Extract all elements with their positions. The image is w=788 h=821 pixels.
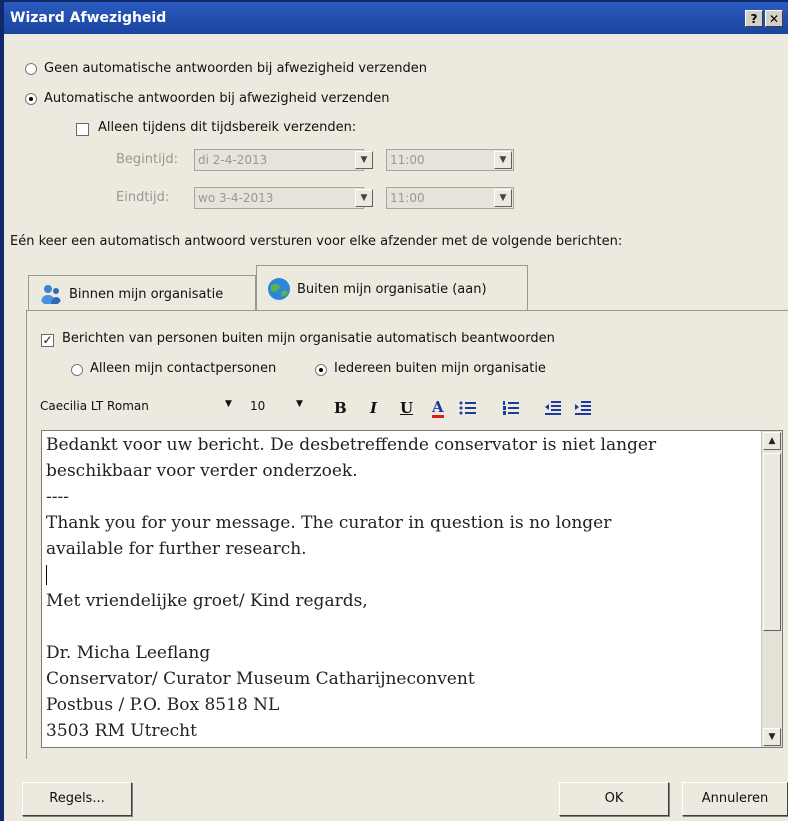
message-line: Postbus / P.O. Box 8518 NL: [46, 695, 280, 715]
once-per-sender-text: Eén keer een automatisch antwoord verstu…: [10, 234, 623, 249]
message-line: available for further research.: [46, 539, 307, 559]
everyone-outside-radio[interactable]: [315, 364, 327, 376]
auto-reply-outside-label: Berichten van personen buiten mijn organ…: [62, 331, 555, 346]
message-line: Dr. Micha Leeflang: [46, 643, 211, 663]
end-date-field[interactable]: wo 3-4-2013: [194, 187, 364, 209]
help-button[interactable]: ?: [745, 10, 763, 27]
end-time-label: Eindtijd:: [116, 190, 170, 205]
scroll-down-icon[interactable]: ▼: [763, 728, 781, 746]
send-auto-reply-label: Automatische antwoorden bij afwezigheid …: [44, 91, 390, 106]
message-editor[interactable]: Bedankt voor uw bericht. De desbetreffen…: [41, 430, 783, 748]
start-time-dropdown-icon[interactable]: ▼: [494, 151, 512, 169]
size-dropdown-icon[interactable]: ▼: [296, 399, 303, 409]
no-auto-reply-radio[interactable]: [25, 63, 37, 75]
end-date-dropdown-icon[interactable]: ▼: [355, 189, 373, 207]
decrease-indent-icon[interactable]: [544, 400, 562, 416]
font-dropdown-icon[interactable]: ▼: [225, 399, 232, 409]
scroll-thumb[interactable]: [763, 453, 781, 631]
auto-reply-outside-checkbox[interactable]: ✓: [41, 334, 54, 347]
tab-outside-organization[interactable]: Buiten mijn organisatie (aan): [256, 265, 528, 311]
editor-scrollbar[interactable]: ▲ ▼: [761, 431, 782, 747]
window-title: Wizard Afwezigheid: [10, 10, 167, 26]
title-bar: Wizard Afwezigheid ? ✕: [4, 2, 788, 34]
time-range-label: Alleen tijdens dit tijdsbereik verzenden…: [98, 120, 357, 135]
cancel-button[interactable]: Annuleren: [682, 782, 788, 816]
underline-button[interactable]: U: [400, 399, 413, 417]
no-auto-reply-label: Geen automatische antwoorden bij afwezig…: [44, 61, 427, 76]
start-date-field[interactable]: di 2-4-2013: [194, 149, 364, 171]
message-line: ----: [46, 487, 69, 507]
contacts-only-label: Alleen mijn contactpersonen: [90, 361, 277, 376]
message-line: Met vriendelijke groet/ Kind regards,: [46, 591, 368, 611]
globe-icon: [268, 278, 290, 300]
start-date-dropdown-icon[interactable]: ▼: [355, 151, 373, 169]
tab-inside-organization[interactable]: Binnen mijn organisatie: [28, 275, 256, 311]
message-line: Thank you for your message. The curator …: [46, 513, 612, 533]
tab-inside-label: Binnen mijn organisatie: [69, 287, 224, 302]
send-auto-reply-radio[interactable]: [25, 93, 37, 105]
everyone-outside-label: Iedereen buiten mijn organisatie: [334, 361, 546, 376]
people-icon: [41, 285, 61, 304]
message-line: 3503 RM Utrecht: [46, 721, 197, 741]
message-line: Bedankt voor uw bericht. De desbetreffen…: [46, 435, 657, 455]
start-time-label: Begintijd:: [116, 152, 178, 167]
time-range-checkbox[interactable]: [76, 123, 89, 136]
close-button[interactable]: ✕: [765, 10, 783, 27]
rules-button[interactable]: Regels...: [22, 782, 132, 816]
font-name-select[interactable]: Caecilia LT Roman: [40, 399, 149, 413]
ok-button[interactable]: OK: [559, 782, 669, 816]
bold-button[interactable]: B: [334, 399, 347, 417]
italic-button[interactable]: I: [370, 399, 377, 417]
tab-outside-label: Buiten mijn organisatie (aan): [297, 282, 487, 297]
bullet-list-icon[interactable]: [459, 400, 477, 416]
font-color-button[interactable]: A: [432, 399, 444, 418]
message-line: Conservator/ Curator Museum Catharijneco…: [46, 669, 475, 689]
message-line: beschikbaar voor verder onderzoek.: [46, 461, 358, 481]
text-cursor: [46, 565, 47, 585]
scroll-up-icon[interactable]: ▲: [763, 432, 781, 450]
numbered-list-icon[interactable]: [502, 400, 520, 416]
increase-indent-icon[interactable]: [574, 400, 592, 416]
font-size-select[interactable]: 10: [250, 399, 265, 413]
end-time-dropdown-icon[interactable]: ▼: [494, 189, 512, 207]
out-of-office-dialog: Wizard Afwezigheid ? ✕ Geen automatische…: [4, 2, 788, 821]
contacts-only-radio[interactable]: [71, 364, 83, 376]
